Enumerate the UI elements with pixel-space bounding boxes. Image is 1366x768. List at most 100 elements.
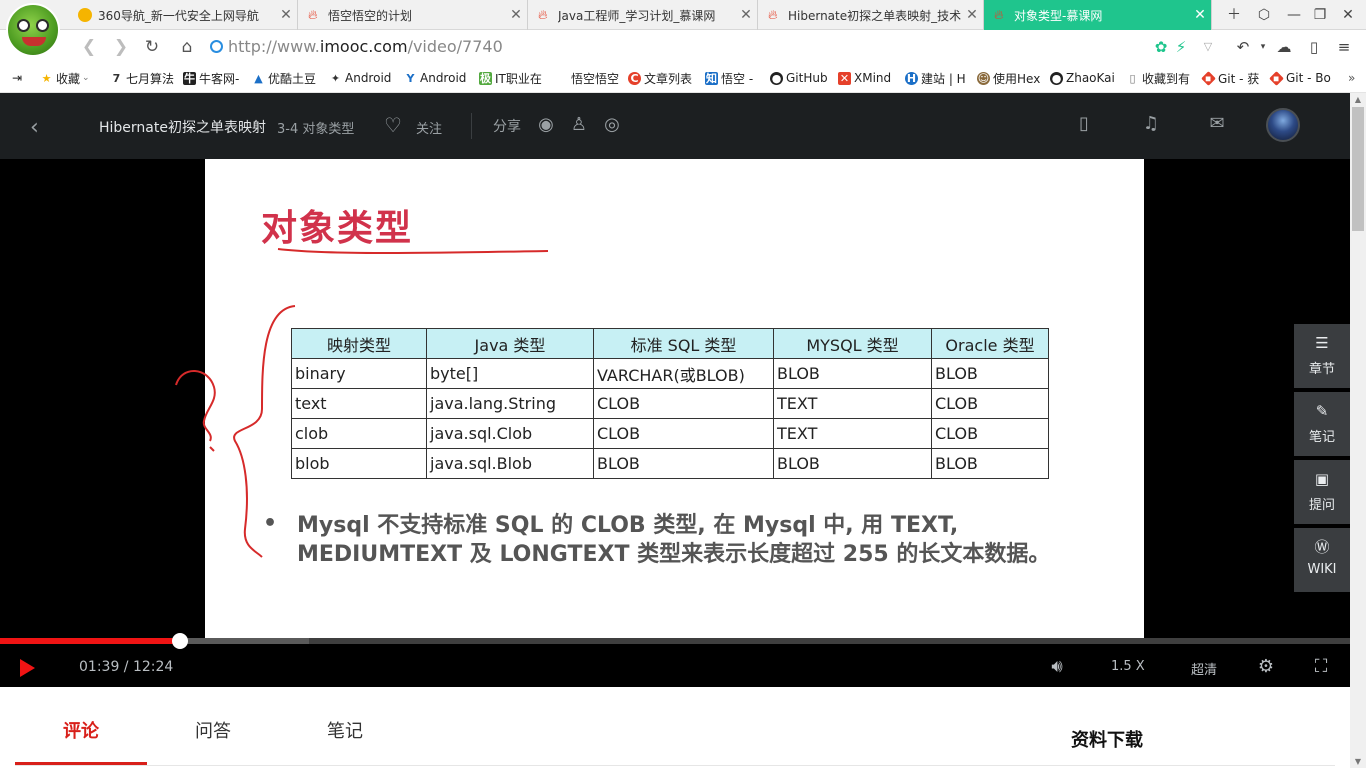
forward-icon[interactable]: ❯ [110,36,132,58]
flame-icon: 🔥︎ [768,8,778,23]
divider [471,113,472,139]
bookmark-item[interactable]: ✦ Android [329,69,392,87]
browser-logo[interactable] [6,3,60,57]
quality-button[interactable]: 超清 [1191,659,1217,678]
scrollbar-thumb[interactable] [1352,107,1364,231]
globe-icon [210,40,223,53]
bookmark-item[interactable]: ▲ 优酷土豆 [252,69,316,87]
reload-icon[interactable]: ↻ [141,36,163,58]
ji-icon: 极 [479,71,492,85]
browser-tab[interactable]: 🔥︎ Java工程师_学习计划_慕课网 ✕ [528,0,758,30]
bookmark-item[interactable]: C 文章列表 [628,69,692,87]
settings-gear-icon[interactable]: ⚙ [1254,656,1278,677]
flame-icon: 🔥︎ [994,8,1004,23]
nowcoder-icon: 牛 [183,71,196,85]
qq-icon[interactable]: ♙ [567,113,591,137]
sidebar-ask-button[interactable]: ▣ 提问 [1294,460,1350,524]
bookmark-item[interactable]: 知悟空 - [705,69,753,87]
menu-icon[interactable]: ≡ [1333,36,1355,58]
mobile-icon[interactable]: ▯ [1071,111,1097,137]
restore-tab-icon[interactable]: ⬡ [1250,0,1278,30]
undo-icon[interactable]: ↶ [1232,36,1254,58]
bookmark-item[interactable]: Y Android [404,69,467,87]
bookmark-item[interactable]: ★ 收藏 ⌄ [40,69,90,87]
bookmark-item[interactable]: ☺ 使用Hex [977,69,1040,87]
tab-notes[interactable]: 笔记 [327,717,363,743]
scroll-down-icon[interactable]: ▼ [1350,757,1366,766]
bookmark-item[interactable]: H 建站 | H [905,69,966,87]
speed-mode-icon[interactable]: ⚡ [1170,36,1192,58]
home-icon[interactable]: ⌂ [176,36,198,58]
back-icon[interactable]: ❮ [78,36,100,58]
speed-button[interactable]: 1.5 X [1111,659,1145,674]
phone-icon[interactable]: ▯ [1303,36,1325,58]
chevron-down-icon[interactable]: ▽ [1197,36,1219,58]
minimize-icon[interactable]: — [1280,0,1308,30]
bell-icon[interactable]: ♫ [1138,111,1164,137]
bookmark-item[interactable]: ◆ Git - Bo [1269,69,1331,87]
undo-dropdown-icon[interactable]: ▾ [1252,36,1274,58]
close-tab-icon[interactable]: ✕ [275,7,297,23]
page-scrollbar[interactable]: ▲ ▼ [1350,93,1366,768]
tab-qa[interactable]: 问答 [195,717,231,743]
logo-eye [36,19,49,32]
video-player[interactable]: 对象类型 映射类型 Java 类型 标准 SQL 类型 MYSQL 类型 Ora… [0,159,1350,687]
mail-icon[interactable]: ✉ [1204,111,1230,137]
heart-icon[interactable]: ♡ [384,113,402,137]
git-icon: ◆ [1201,70,1216,86]
wechat-icon[interactable]: ◉ [534,113,558,137]
progress-played [0,638,180,644]
close-tab-icon[interactable]: ✕ [735,7,757,23]
follow-button[interactable]: 关注 [416,118,442,137]
sidebar-wiki-button[interactable]: Ⓦ WIKI [1294,528,1350,592]
avatar[interactable] [1266,108,1300,142]
bookmark-item[interactable]: ● GitHub [770,69,828,87]
flame-icon: 🔥︎ [557,71,566,85]
bookmark-item[interactable]: 牛牛客网- [183,69,239,87]
browser-tab[interactable]: 🔥︎ 悟空悟空的计划 ✕ [298,0,528,30]
progress-handle[interactable] [171,633,188,649]
bookmark-item[interactable]: 极 IT职业在 [479,69,542,87]
new-tab-icon[interactable]: ＋ [1220,0,1248,30]
list-icon: ☰ [1315,334,1329,352]
bookmarks-toggle-icon[interactable]: ⇥ [12,69,22,87]
android-icon: ✦ [330,71,341,85]
bookmark-item[interactable]: 7 七月算法 [110,69,174,87]
course-title[interactable]: Hibernate初探之单表映射 [99,117,266,137]
bookmark-item[interactable]: ◆ Git - 获 [1201,69,1259,87]
browser-tab[interactable]: 🔥︎ Hibernate初探之单表映射_技术学 ✕ [758,0,984,30]
cloud-icon[interactable]: ☁ [1273,36,1295,58]
maximize-icon[interactable]: ❐ [1306,0,1334,30]
progress-bar[interactable] [0,633,1350,649]
bookmark-label: ZhaoKai [1066,71,1115,85]
close-tab-icon[interactable]: ✕ [961,7,983,23]
bookmark-item[interactable]: ▯ 收藏到有 [1126,69,1190,87]
more-bookmarks-icon[interactable]: » [1348,69,1355,87]
youku-icon: ▲ [254,71,263,85]
bookmark-item[interactable]: ✕ XMind [838,69,891,87]
close-tab-icon[interactable]: ✕ [505,7,527,23]
flame-icon: 🔥︎ [538,8,548,23]
tab-label: 360导航_新一代安全上网导航 [98,8,259,23]
weibo-icon[interactable]: ◎ [600,113,624,137]
sidebar-notes-button[interactable]: ✎ 笔记 [1294,392,1350,456]
close-tab-icon[interactable]: ✕ [1189,7,1211,23]
browser-tab[interactable]: 360导航_新一代安全上网导航 ✕ [68,0,298,30]
play-icon[interactable] [20,659,35,677]
fullscreen-icon[interactable]: ⛶ [1309,656,1333,677]
browser-tab-active[interactable]: 🔥︎ 对象类型-慕课网 ✕ [984,0,1212,30]
scroll-up-icon[interactable]: ▲ [1350,95,1366,104]
question-icon: ▣ [1314,470,1330,488]
close-window-icon[interactable]: ✕ [1334,0,1362,30]
address-input[interactable]: http://www.imooc.com/video/7740 [210,35,1220,59]
bookmark-label: GitHub [786,71,828,85]
security-shield-icon[interactable]: ✿ [1150,36,1172,58]
tab-comments[interactable]: 评论 [63,717,99,743]
sidebar-chapters-button[interactable]: ☰ 章节 [1294,324,1350,388]
zhihu-icon: 知 [705,71,718,85]
git-icon: ◆ [1269,70,1284,86]
volume-icon[interactable]: 🔊︎ [1045,656,1069,677]
bookmark-item[interactable]: ● ZhaoKai [1050,69,1115,87]
back-arrow-icon[interactable]: ‹ [30,115,39,140]
bookmark-item[interactable]: 🔥︎ 悟空悟空 [555,69,619,87]
